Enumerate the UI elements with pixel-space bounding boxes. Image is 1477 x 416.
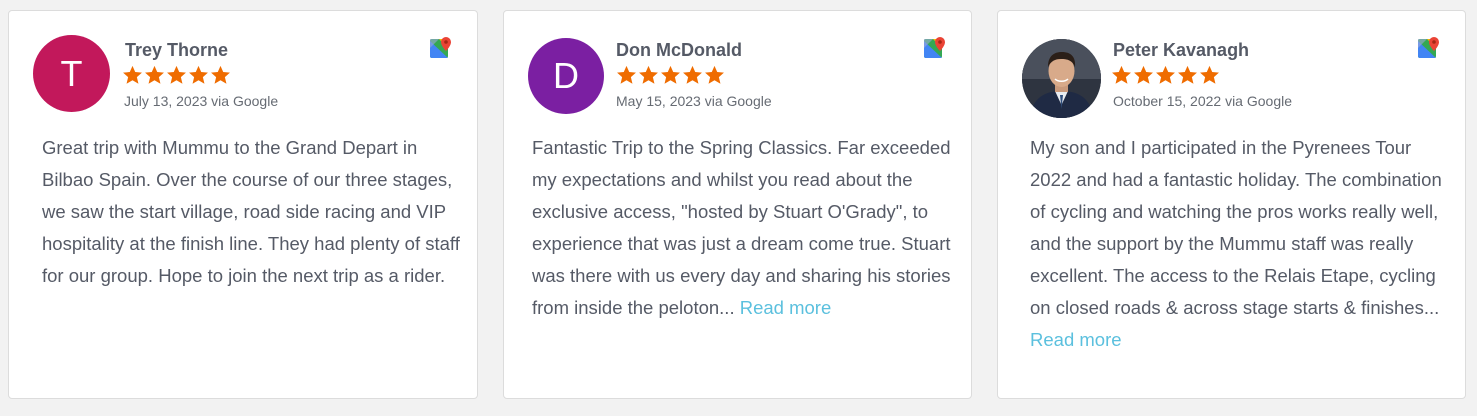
avatar-photo [1022,39,1101,118]
review-text: Great trip with Mummu to the Grand Depar… [42,132,464,292]
review-body: My son and I participated in the Pyrenee… [1030,137,1442,318]
reviewer-name[interactable]: Trey Thorne [125,40,228,61]
star-icon [123,65,142,84]
star-icon [167,65,186,84]
review-card: D Don McDonald May 15, 2023 via Google F… [503,10,972,399]
review-date: May 15, 2023 via Google [616,93,772,109]
review-text: Fantastic Trip to the Spring Classics. F… [532,132,957,324]
google-maps-icon[interactable] [1417,36,1441,60]
star-icon [1156,65,1175,84]
avatar-initial: D [553,55,579,96]
star-icon [145,65,164,84]
star-icon [1178,65,1197,84]
star-icon [683,65,702,84]
review-body: Fantastic Trip to the Spring Classics. F… [532,137,951,318]
star-icon [639,65,658,84]
star-icon [189,65,208,84]
read-more-link[interactable]: Read more [1030,329,1122,350]
star-icon [1112,65,1131,84]
review-text: My son and I participated in the Pyrenee… [1030,132,1455,356]
star-icon [1200,65,1219,84]
star-icon [1134,65,1153,84]
star-rating [616,64,725,86]
review-date: October 15, 2022 via Google [1113,93,1293,109]
star-rating [122,64,231,86]
avatar: D [528,38,604,114]
google-maps-icon[interactable] [429,36,453,60]
review-date: July 13, 2023 via Google [124,93,279,109]
reviewer-name[interactable]: Peter Kavanagh [1113,40,1249,61]
person-photo-icon [1022,39,1101,118]
star-icon [617,65,636,84]
avatar: T [33,35,110,112]
google-maps-icon[interactable] [923,36,947,60]
review-card: Peter Kavanagh October 15, 2022 via Goog… [997,10,1466,399]
star-icon [705,65,724,84]
avatar-initial: T [60,52,83,94]
review-card: T Trey Thorne July 13, 2023 via Google G… [8,10,478,399]
reviewer-name[interactable]: Don McDonald [616,40,742,61]
star-icon [211,65,230,84]
star-rating [1111,64,1220,86]
review-body: Great trip with Mummu to the Grand Depar… [42,137,460,286]
star-icon [661,65,680,84]
read-more-link[interactable]: Read more [740,297,832,318]
